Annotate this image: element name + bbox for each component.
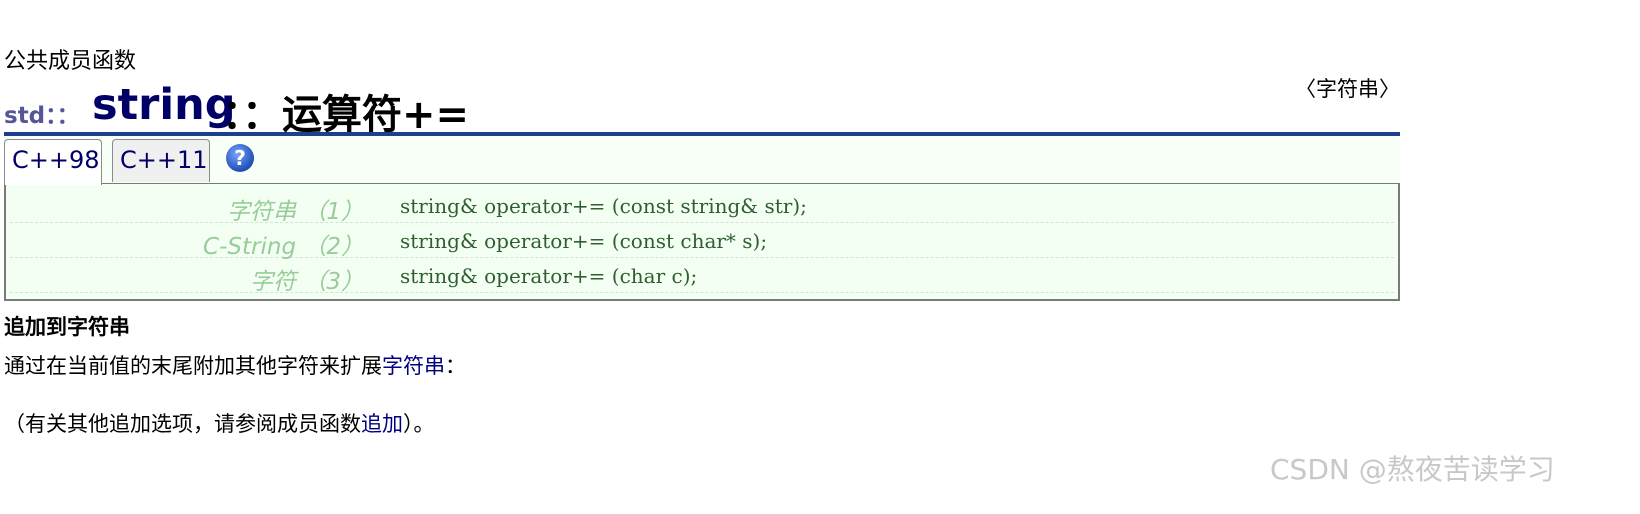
description-text: 通过在当前值的末尾附加其他字符来扩展 — [4, 354, 382, 378]
declaration-label: 字符串 （1） — [227, 199, 364, 225]
declarations-box: 字符串 （1） string& operator+= (const string… — [4, 183, 1400, 301]
section-subtitle: 追加到字符串 — [4, 315, 130, 339]
declaration-row: 字符 （3） string& operator+= (char c); — [10, 258, 1394, 295]
string-link[interactable]: 字符串 — [382, 354, 445, 378]
help-icon[interactable]: ? — [226, 144, 254, 172]
description-tail: ： — [445, 354, 466, 378]
tab-cpp11[interactable]: C++11 — [112, 139, 210, 182]
see-also-suffix: ）。 — [403, 412, 435, 436]
declaration-row: C-String （2） string& operator+= (const c… — [10, 223, 1394, 260]
declaration-row: 字符串 （1） string& operator+= (const string… — [10, 188, 1394, 225]
csdn-watermark: CSDN @熬夜苦读学习 — [1270, 453, 1555, 486]
declaration-label: 字符 （3） — [250, 269, 364, 295]
see-also-paragraph: （有关其他追加选项，请参阅成员函数追加）。 — [4, 408, 435, 438]
header-string-link[interactable]: 〈字符串〉 — [1295, 73, 1400, 103]
declaration-code: string& operator+= (const char* s); — [400, 229, 768, 253]
append-link[interactable]: 追加 — [361, 412, 403, 436]
description-paragraph: 通过在当前值的末尾附加其他字符来扩展字符串： — [4, 350, 466, 380]
tab-cpp98[interactable]: C++98 — [4, 139, 102, 185]
title-namespace: std：： — [4, 103, 80, 129]
section-kicker: 公共成员函数 — [4, 49, 137, 74]
title-class: string — [92, 80, 236, 130]
declaration-code: string& operator+= (const string& str); — [400, 194, 807, 218]
page-title: std：： string ：：运算符+= — [4, 80, 1400, 138]
version-tabs: C++98 C++11 ? — [4, 136, 1400, 185]
declaration-code: string& operator+= (char c); — [400, 264, 698, 288]
declaration-label: C-String （2） — [203, 234, 364, 260]
see-also-prefix: （有关其他追加选项，请参阅成员函数 — [4, 412, 361, 436]
